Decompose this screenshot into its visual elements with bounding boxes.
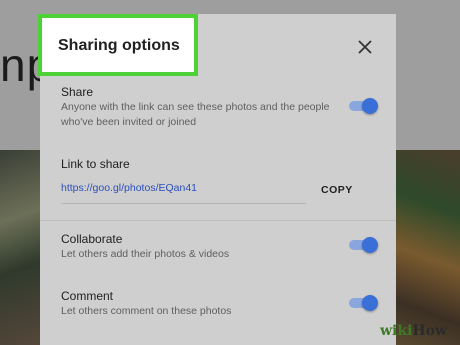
link-to-share-label: Link to share bbox=[61, 157, 130, 171]
divider bbox=[40, 220, 396, 221]
close-icon[interactable] bbox=[354, 36, 376, 58]
toggle-thumb bbox=[362, 98, 378, 114]
toggle-thumb bbox=[362, 295, 378, 311]
collaborate-label: Collaborate bbox=[61, 232, 123, 246]
comment-description: Let others comment on these photos bbox=[61, 305, 232, 317]
copy-button[interactable]: COPY bbox=[321, 184, 353, 196]
wikihow-logo: wikiHow bbox=[380, 323, 448, 339]
toggle-thumb bbox=[362, 237, 378, 253]
share-description: Anyone with the link can see these photo… bbox=[61, 101, 330, 128]
background-photo-left bbox=[0, 150, 40, 345]
comment-label: Comment bbox=[61, 289, 114, 303]
link-underline bbox=[61, 203, 306, 204]
dialog-title: Sharing options bbox=[58, 37, 180, 54]
wikihow-watermark: wikiHow bbox=[370, 318, 460, 345]
collaborate-description: Let others add their photos & videos bbox=[61, 248, 230, 260]
sharing-options-dialog: Sharing options Share Anyone with the li… bbox=[38, 14, 396, 345]
background-photo-right bbox=[396, 150, 460, 345]
collaborate-toggle[interactable] bbox=[347, 237, 378, 253]
share-toggle[interactable] bbox=[347, 98, 378, 114]
comment-toggle[interactable] bbox=[347, 295, 378, 311]
share-link-url[interactable]: https://goo.gl/photos/EQan41 bbox=[61, 182, 197, 194]
share-label: Share bbox=[61, 85, 94, 99]
title-highlight-box: Sharing options bbox=[38, 14, 198, 76]
